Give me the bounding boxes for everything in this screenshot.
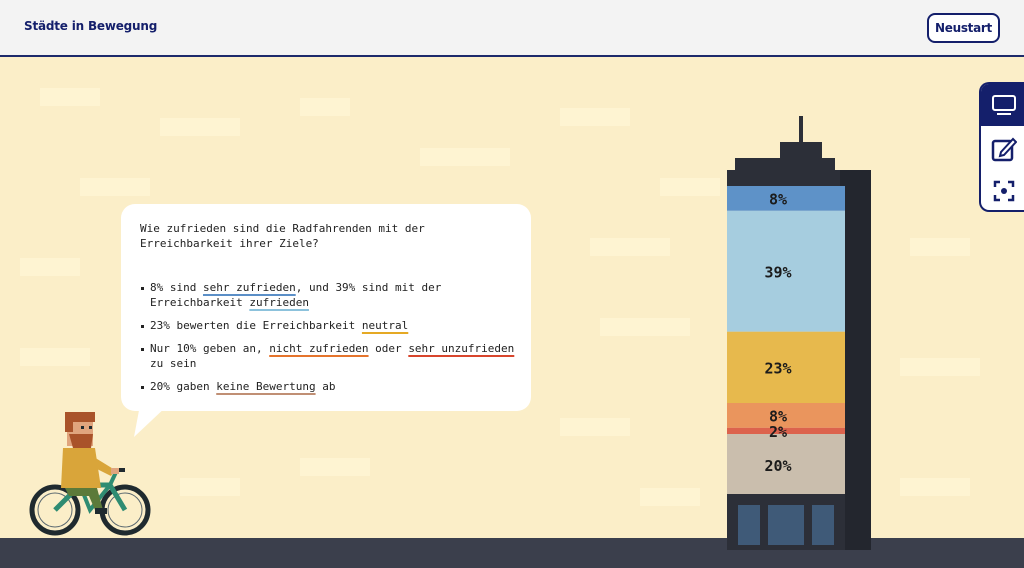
segment-label: 2% [769, 423, 787, 441]
edit-button[interactable] [981, 128, 1024, 170]
tower-chart: 8%39%23%8%2%20% [727, 116, 871, 550]
segment-label: 23% [764, 359, 791, 377]
focus-frame-icon [993, 180, 1014, 202]
tool-sidebar [979, 82, 1024, 212]
segment-label: 8% [769, 190, 787, 208]
segment-label: 39% [764, 263, 791, 281]
screen-view-button[interactable] [981, 84, 1024, 126]
screen-icon [991, 95, 1016, 115]
focus-button[interactable] [981, 170, 1024, 210]
edit-icon [991, 137, 1017, 162]
segment-label: 20% [764, 457, 791, 475]
